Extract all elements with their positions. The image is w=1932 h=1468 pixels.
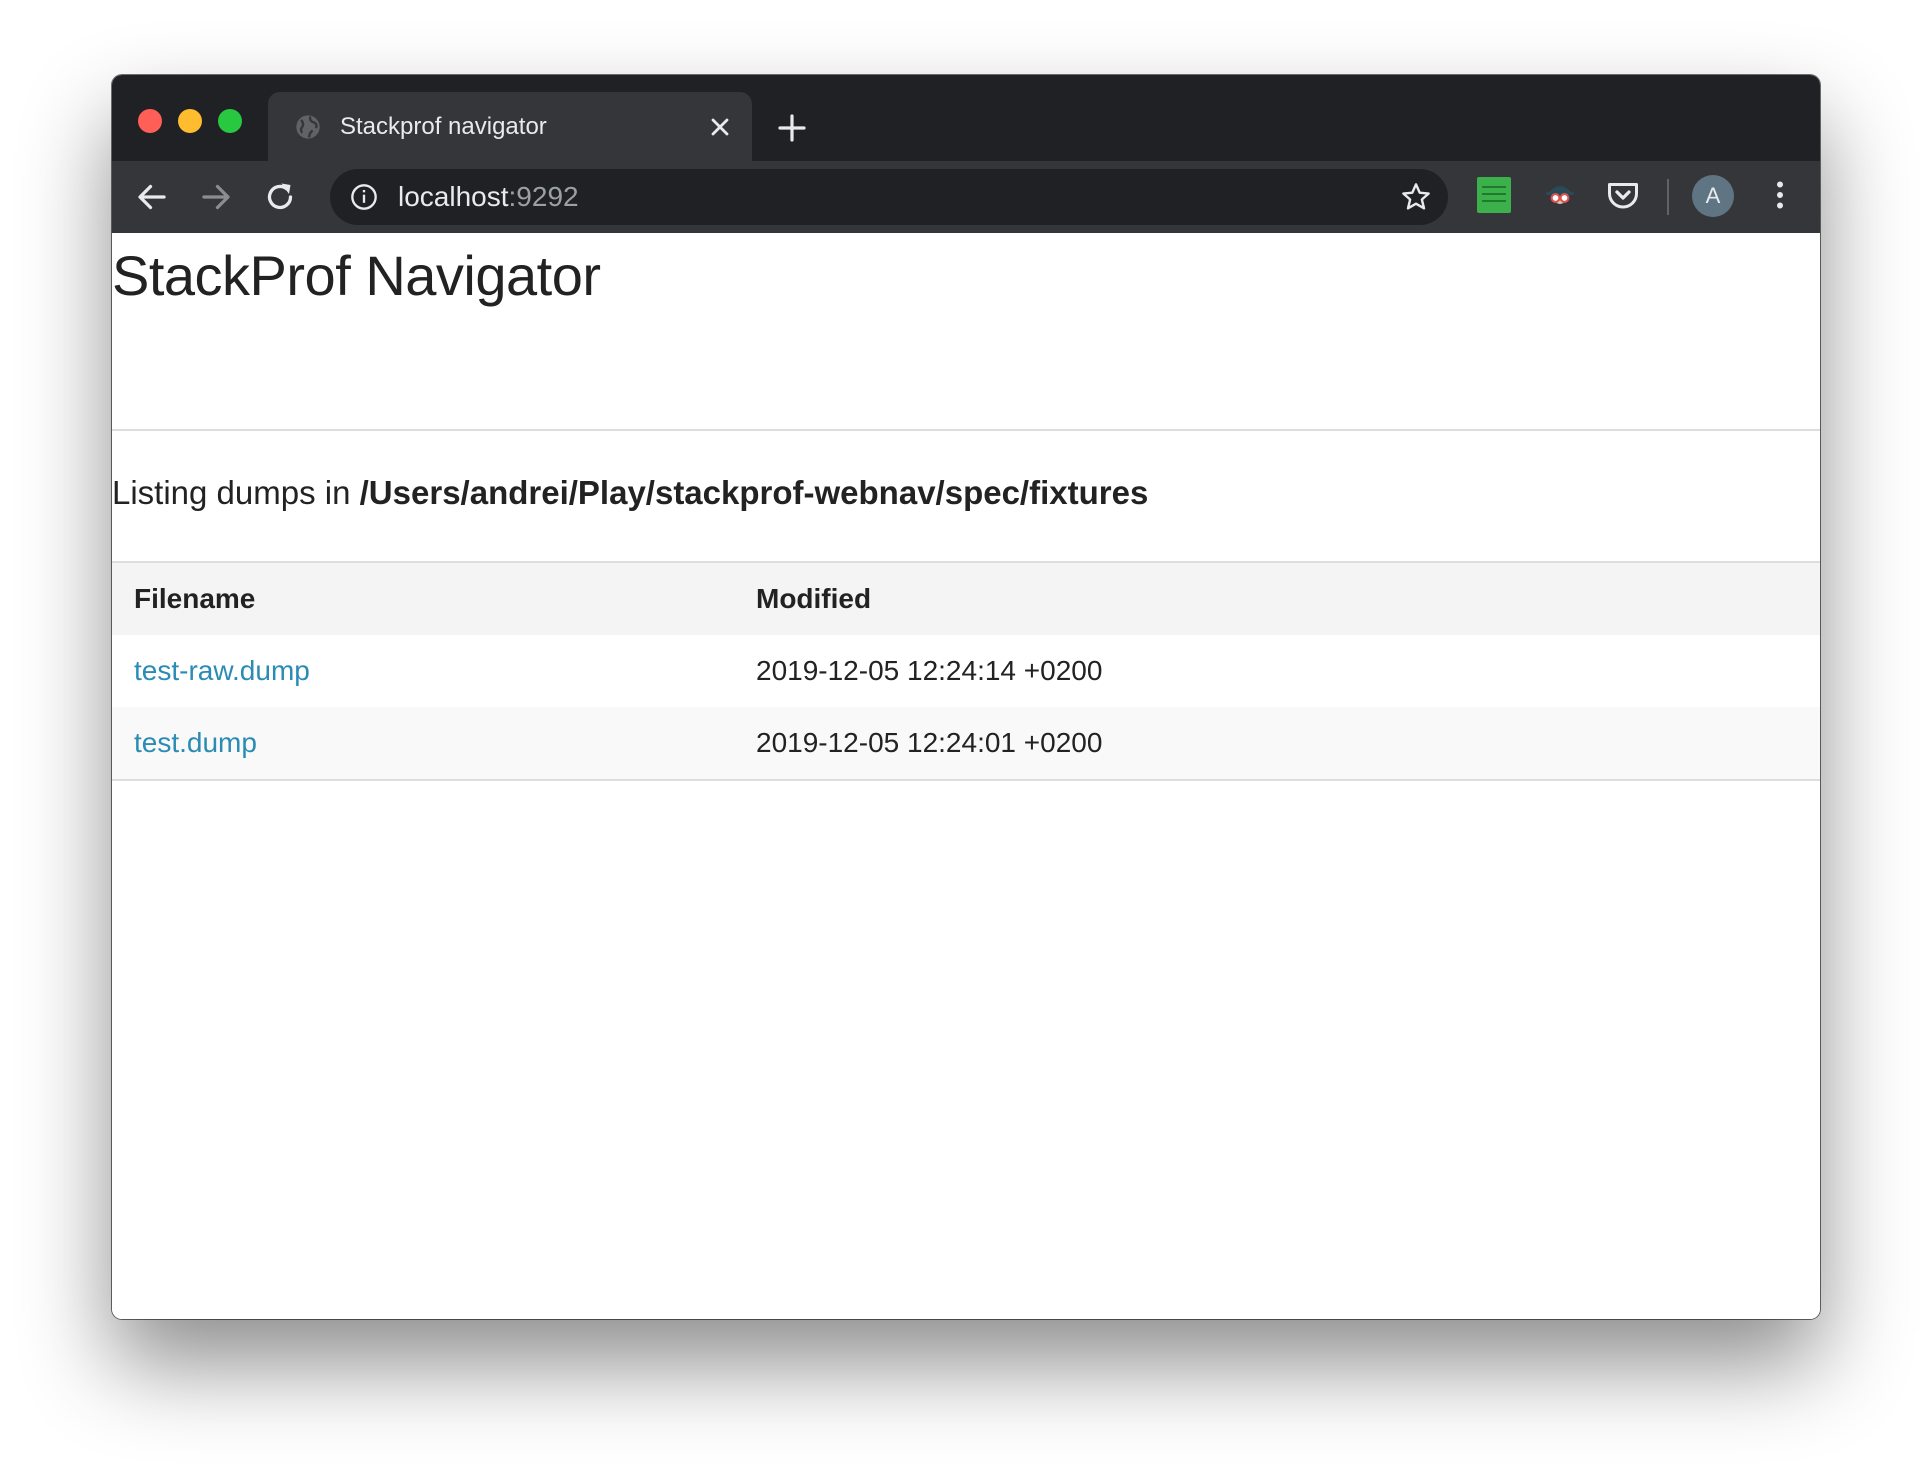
tab-strip: Stackprof navigator [112, 75, 1820, 161]
zoom-window-button[interactable] [218, 109, 242, 133]
tab-title: Stackprof navigator [340, 113, 547, 140]
divider [112, 429, 1820, 431]
info-icon[interactable] [350, 183, 378, 211]
pocket-icon[interactable] [1605, 177, 1641, 213]
arrow-right-icon[interactable] [198, 179, 234, 215]
table-header-row: Filename Modified [112, 563, 1820, 635]
sheets-extension-icon[interactable] [1477, 177, 1511, 213]
browser-tab[interactable]: Stackprof navigator [268, 92, 752, 161]
browser-toolbar: localhost:9292 A [112, 161, 1820, 233]
url-host: localhost [398, 181, 509, 212]
url-port: :9292 [508, 181, 579, 212]
listing-prefix: Listing dumps in [112, 474, 360, 511]
star-icon[interactable] [1400, 181, 1432, 213]
toolbar-divider [1667, 179, 1669, 215]
reload-icon[interactable] [262, 179, 298, 215]
listing-heading: Listing dumps in /Users/andrei/Play/stac… [112, 473, 1148, 513]
profile-avatar[interactable]: A [1692, 175, 1734, 217]
modified-timestamp: 2019-12-05 12:24:14 +0200 [756, 655, 1103, 686]
close-window-button[interactable] [138, 109, 162, 133]
table-row: test.dump 2019-12-05 12:24:01 +0200 [112, 707, 1820, 779]
address-bar[interactable]: localhost:9292 [330, 169, 1448, 225]
dump-file-link[interactable]: test.dump [134, 707, 257, 779]
plus-icon[interactable] [776, 112, 808, 144]
minimize-window-button[interactable] [178, 109, 202, 133]
url-text[interactable]: localhost:9292 [398, 181, 579, 213]
globe-icon [296, 115, 320, 139]
page-content: StackProf Navigator Listing dumps in /Us… [112, 233, 1820, 1319]
listing-path: /Users/andrei/Play/stackprof-webnav/spec… [359, 474, 1149, 511]
close-icon[interactable] [706, 113, 734, 141]
kebab-menu-icon[interactable] [1762, 177, 1798, 213]
column-header-filename[interactable]: Filename [134, 563, 255, 635]
arrow-left-icon[interactable] [134, 179, 170, 215]
table-row: test-raw.dump 2019-12-05 12:24:14 +0200 [112, 635, 1820, 707]
modified-timestamp: 2019-12-05 12:24:01 +0200 [756, 727, 1103, 758]
dumps-table: Filename Modified test-raw.dump 2019-12-… [112, 561, 1820, 781]
page-title: StackProf Navigator [112, 244, 601, 307]
spy-extension-icon[interactable] [1542, 177, 1578, 213]
dump-file-link[interactable]: test-raw.dump [134, 635, 310, 707]
browser-window: Stackprof navigator localhost:9292 A Sta… [112, 75, 1820, 1319]
column-header-modified[interactable]: Modified [756, 563, 871, 635]
